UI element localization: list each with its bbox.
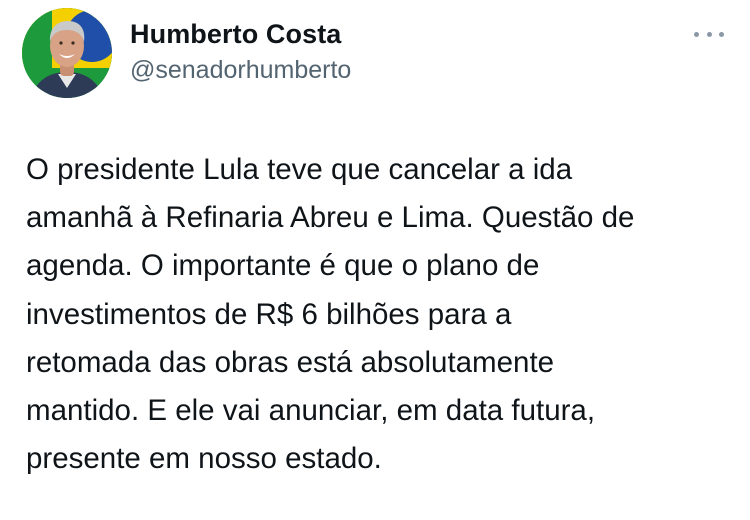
more-horizontal-icon-dot — [719, 31, 724, 37]
author-display-name[interactable]: Humberto Costa — [130, 16, 351, 52]
avatar[interactable] — [22, 8, 112, 98]
author-handle[interactable]: @senadorhumberto — [130, 53, 351, 87]
more-options-button[interactable] — [694, 22, 724, 46]
author-block: Humberto Costa @senadorhumberto — [130, 16, 351, 87]
more-horizontal-icon — [694, 31, 699, 37]
tweet-text: O presidente Lula teve que cancelar a id… — [26, 153, 635, 476]
more-horizontal-icon-dot — [706, 31, 712, 37]
tweet-card: Humberto Costa @senadorhumberto O presid… — [0, 0, 750, 520]
avatar-image — [22, 8, 112, 98]
